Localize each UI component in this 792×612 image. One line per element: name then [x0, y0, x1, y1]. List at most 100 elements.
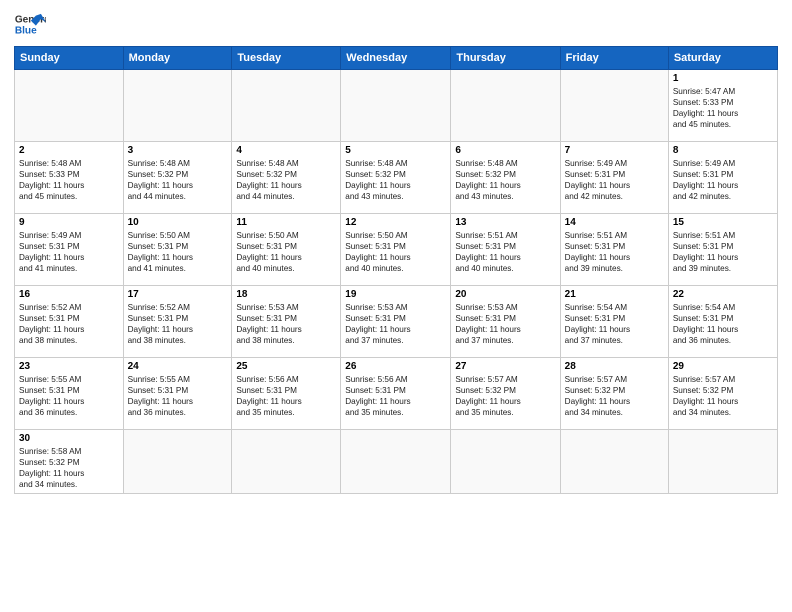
day-info: Sunrise: 5:54 AM Sunset: 5:31 PM Dayligh…	[673, 302, 773, 346]
calendar-cell: 19 Sunrise: 5:53 AM Sunset: 5:31 PM Dayli…	[341, 286, 451, 358]
day-info: Sunrise: 5:50 AM Sunset: 5:31 PM Dayligh…	[236, 230, 336, 274]
day-info: Sunrise: 5:51 AM Sunset: 5:31 PM Dayligh…	[565, 230, 664, 274]
calendar-cell	[451, 430, 560, 494]
calendar-cell: 21 Sunrise: 5:54 AM Sunset: 5:31 PM Dayli…	[560, 286, 668, 358]
day-number: 30	[19, 433, 119, 444]
day-number: 18	[236, 289, 336, 300]
weekday-header-wednesday: Wednesday	[341, 47, 451, 70]
day-info: Sunrise: 5:55 AM Sunset: 5:31 PM Dayligh…	[19, 374, 119, 418]
calendar-cell: 10 Sunrise: 5:50 AM Sunset: 5:31 PM Dayli…	[123, 214, 232, 286]
calendar-cell: 29Sunrise: 5:57 AM Sunset: 5:32 PM Dayli…	[668, 358, 777, 430]
calendar-cell	[560, 70, 668, 142]
day-info: Sunrise: 5:52 AM Sunset: 5:31 PM Dayligh…	[19, 302, 119, 346]
calendar-cell: 30Sunrise: 5:58 AM Sunset: 5:32 PM Dayli…	[15, 430, 124, 494]
day-number: 22	[673, 289, 773, 300]
weekday-header-sunday: Sunday	[15, 47, 124, 70]
day-number: 5	[345, 145, 446, 156]
calendar-cell: 17Sunrise: 5:52 AM Sunset: 5:31 PM Dayli…	[123, 286, 232, 358]
calendar-cell: 16 Sunrise: 5:52 AM Sunset: 5:31 PM Dayli…	[15, 286, 124, 358]
day-info: Sunrise: 5:47 AM Sunset: 5:33 PM Dayligh…	[673, 86, 773, 130]
week-row-0: 1 Sunrise: 5:47 AM Sunset: 5:33 PM Daylig…	[15, 70, 778, 142]
calendar-cell	[232, 70, 341, 142]
calendar-cell	[560, 430, 668, 494]
day-number: 16	[19, 289, 119, 300]
calendar-cell: 6 Sunrise: 5:48 AM Sunset: 5:32 PM Daylig…	[451, 142, 560, 214]
day-info: Sunrise: 5:57 AM Sunset: 5:32 PM Dayligh…	[673, 374, 773, 418]
calendar-cell	[341, 430, 451, 494]
calendar-cell: 12 Sunrise: 5:50 AM Sunset: 5:31 PM Dayli…	[341, 214, 451, 286]
day-number: 27	[455, 361, 555, 372]
calendar-cell: 5Sunrise: 5:48 AM Sunset: 5:32 PM Daylig…	[341, 142, 451, 214]
day-number: 11	[236, 217, 336, 228]
week-row-5: 30Sunrise: 5:58 AM Sunset: 5:32 PM Dayli…	[15, 430, 778, 494]
calendar-cell: 7 Sunrise: 5:49 AM Sunset: 5:31 PM Daylig…	[560, 142, 668, 214]
day-number: 17	[128, 289, 228, 300]
day-info: Sunrise: 5:56 AM Sunset: 5:31 PM Dayligh…	[236, 374, 336, 418]
day-number: 28	[565, 361, 664, 372]
calendar-cell: 8 Sunrise: 5:49 AM Sunset: 5:31 PM Daylig…	[668, 142, 777, 214]
day-number: 8	[673, 145, 773, 156]
calendar-cell: 28 Sunrise: 5:57 AM Sunset: 5:32 PM Dayli…	[560, 358, 668, 430]
calendar-cell: 14 Sunrise: 5:51 AM Sunset: 5:31 PM Dayli…	[560, 214, 668, 286]
day-info: Sunrise: 5:57 AM Sunset: 5:32 PM Dayligh…	[565, 374, 664, 418]
calendar-cell: 13 Sunrise: 5:51 AM Sunset: 5:31 PM Dayli…	[451, 214, 560, 286]
day-info: Sunrise: 5:56 AM Sunset: 5:31 PM Dayligh…	[345, 374, 446, 418]
calendar-cell: 24 Sunrise: 5:55 AM Sunset: 5:31 PM Dayli…	[123, 358, 232, 430]
day-info: Sunrise: 5:49 AM Sunset: 5:31 PM Dayligh…	[19, 230, 119, 274]
calendar-cell	[15, 70, 124, 142]
day-number: 24	[128, 361, 228, 372]
day-info: Sunrise: 5:49 AM Sunset: 5:31 PM Dayligh…	[565, 158, 664, 202]
calendar-cell: 9 Sunrise: 5:49 AM Sunset: 5:31 PM Daylig…	[15, 214, 124, 286]
day-number: 12	[345, 217, 446, 228]
day-number: 19	[345, 289, 446, 300]
calendar-cell: 22 Sunrise: 5:54 AM Sunset: 5:31 PM Dayli…	[668, 286, 777, 358]
day-number: 4	[236, 145, 336, 156]
calendar-cell: 27 Sunrise: 5:57 AM Sunset: 5:32 PM Dayli…	[451, 358, 560, 430]
calendar-cell: 25Sunrise: 5:56 AM Sunset: 5:31 PM Dayli…	[232, 358, 341, 430]
day-number: 10	[128, 217, 228, 228]
week-row-3: 16 Sunrise: 5:52 AM Sunset: 5:31 PM Dayli…	[15, 286, 778, 358]
day-info: Sunrise: 5:57 AM Sunset: 5:32 PM Dayligh…	[455, 374, 555, 418]
week-row-4: 23 Sunrise: 5:55 AM Sunset: 5:31 PM Dayli…	[15, 358, 778, 430]
calendar-cell: 3 Sunrise: 5:48 AM Sunset: 5:32 PM Daylig…	[123, 142, 232, 214]
day-info: Sunrise: 5:53 AM Sunset: 5:31 PM Dayligh…	[345, 302, 446, 346]
calendar-cell: 20Sunrise: 5:53 AM Sunset: 5:31 PM Dayli…	[451, 286, 560, 358]
day-info: Sunrise: 5:48 AM Sunset: 5:32 PM Dayligh…	[236, 158, 336, 202]
calendar-cell	[232, 430, 341, 494]
week-row-1: 2Sunrise: 5:48 AM Sunset: 5:33 PM Daylig…	[15, 142, 778, 214]
day-number: 23	[19, 361, 119, 372]
weekday-header-friday: Friday	[560, 47, 668, 70]
day-number: 26	[345, 361, 446, 372]
day-info: Sunrise: 5:48 AM Sunset: 5:32 PM Dayligh…	[455, 158, 555, 202]
calendar-cell	[451, 70, 560, 142]
day-number: 13	[455, 217, 555, 228]
day-number: 1	[673, 73, 773, 84]
calendar-cell: 1 Sunrise: 5:47 AM Sunset: 5:33 PM Daylig…	[668, 70, 777, 142]
day-info: Sunrise: 5:50 AM Sunset: 5:31 PM Dayligh…	[128, 230, 228, 274]
weekday-header-thursday: Thursday	[451, 47, 560, 70]
page: General Blue SundayMondayTuesdayWednesda…	[0, 0, 792, 612]
day-info: Sunrise: 5:55 AM Sunset: 5:31 PM Dayligh…	[128, 374, 228, 418]
svg-text:Blue: Blue	[15, 25, 37, 36]
calendar-cell: 4 Sunrise: 5:48 AM Sunset: 5:32 PM Daylig…	[232, 142, 341, 214]
calendar-cell: 26 Sunrise: 5:56 AM Sunset: 5:31 PM Dayli…	[341, 358, 451, 430]
day-info: Sunrise: 5:50 AM Sunset: 5:31 PM Dayligh…	[345, 230, 446, 274]
day-number: 14	[565, 217, 664, 228]
day-number: 3	[128, 145, 228, 156]
day-number: 21	[565, 289, 664, 300]
header: General Blue	[14, 10, 778, 38]
calendar-cell	[341, 70, 451, 142]
day-number: 9	[19, 217, 119, 228]
day-info: Sunrise: 5:53 AM Sunset: 5:31 PM Dayligh…	[236, 302, 336, 346]
logo: General Blue	[14, 10, 46, 38]
day-info: Sunrise: 5:54 AM Sunset: 5:31 PM Dayligh…	[565, 302, 664, 346]
day-number: 6	[455, 145, 555, 156]
calendar-cell	[668, 430, 777, 494]
day-info: Sunrise: 5:51 AM Sunset: 5:31 PM Dayligh…	[455, 230, 555, 274]
calendar-cell	[123, 70, 232, 142]
day-info: Sunrise: 5:48 AM Sunset: 5:32 PM Dayligh…	[128, 158, 228, 202]
day-info: Sunrise: 5:49 AM Sunset: 5:31 PM Dayligh…	[673, 158, 773, 202]
day-number: 7	[565, 145, 664, 156]
calendar-cell: 2Sunrise: 5:48 AM Sunset: 5:33 PM Daylig…	[15, 142, 124, 214]
calendar-cell	[123, 430, 232, 494]
